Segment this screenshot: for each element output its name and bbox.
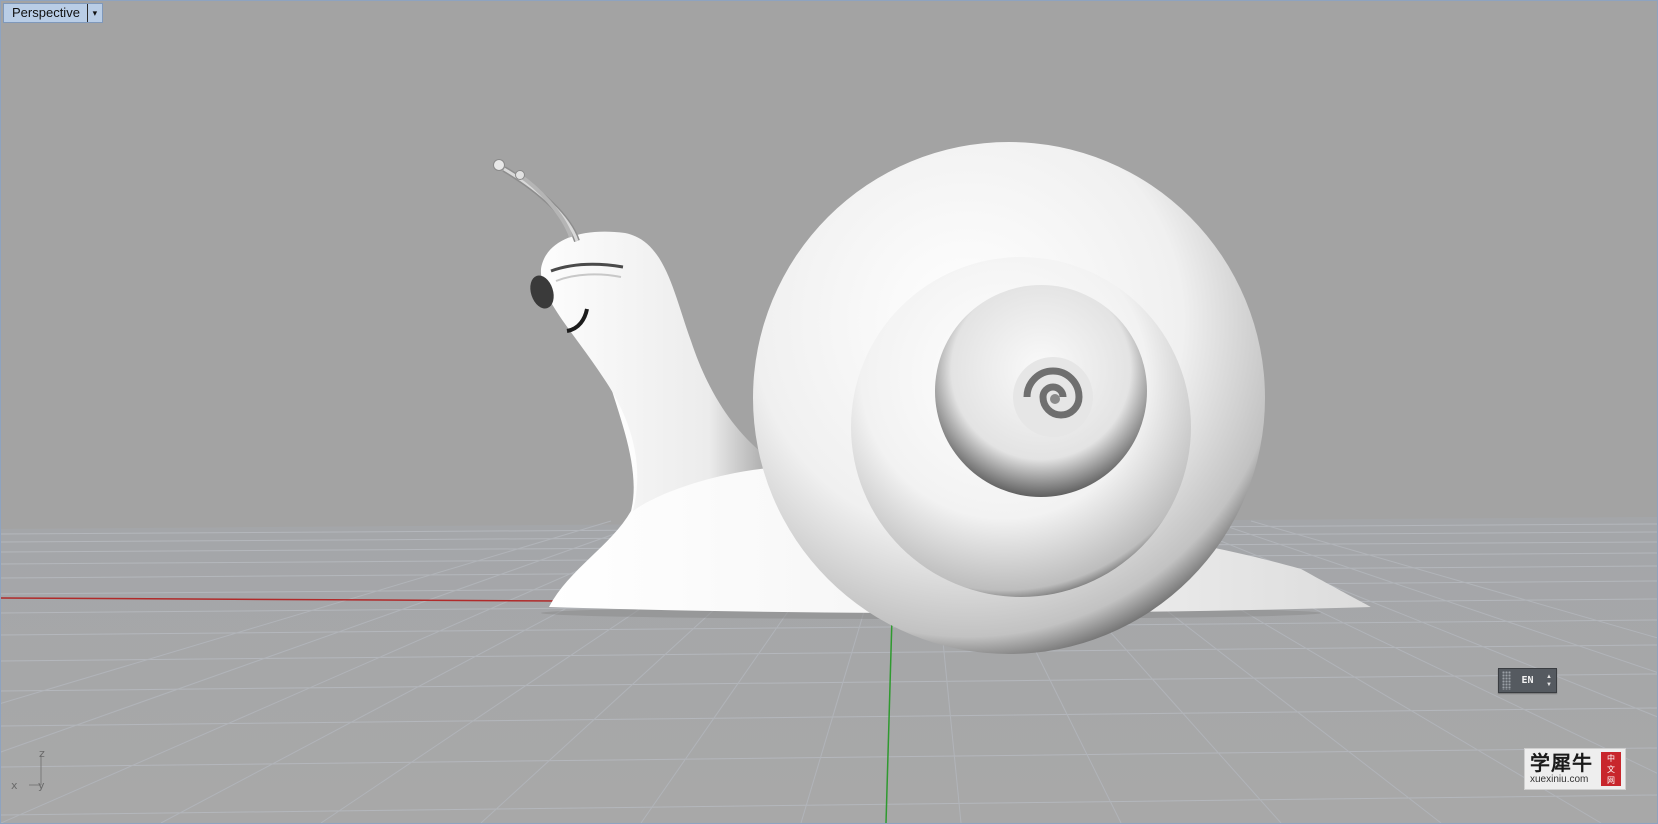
- ime-down-arrow-icon[interactable]: ▼: [1546, 681, 1552, 689]
- watermark-stamp: 中 文 网: [1601, 752, 1621, 786]
- ime-grip-handle[interactable]: [1502, 671, 1511, 690]
- watermark-url: xuexiniu.com: [1530, 774, 1589, 785]
- watermark-brand: 学犀牛: [1530, 751, 1593, 775]
- watermark-logo: 学犀牛 xuexiniu.com 中 文 网: [1524, 748, 1626, 790]
- viewport-title[interactable]: Perspective: [4, 4, 87, 22]
- perspective-viewport[interactable]: Perspective ▾ z x y EN ▲ ▼ 学犀牛 xuexiniu.…: [0, 0, 1658, 824]
- viewport-scene[interactable]: [1, 1, 1657, 823]
- viewport-menu-dropdown-icon[interactable]: ▾: [86, 4, 102, 22]
- stamp-char-1: 中: [1607, 753, 1615, 763]
- axis-label-x: x: [11, 779, 18, 792]
- ime-language-bar[interactable]: EN ▲ ▼: [1498, 668, 1557, 693]
- ime-language-label[interactable]: EN: [1511, 675, 1544, 686]
- ime-up-arrow-icon[interactable]: ▲: [1546, 673, 1552, 681]
- snail-model[interactable]: [493, 142, 1372, 654]
- axis-label-z: z: [39, 747, 45, 760]
- ime-options[interactable]: ▲ ▼: [1544, 673, 1554, 689]
- stamp-char-2: 文: [1607, 764, 1615, 774]
- axis-label-y: y: [38, 779, 45, 792]
- stamp-char-3: 网: [1607, 775, 1615, 785]
- viewport-title-tab[interactable]: Perspective ▾: [3, 3, 103, 23]
